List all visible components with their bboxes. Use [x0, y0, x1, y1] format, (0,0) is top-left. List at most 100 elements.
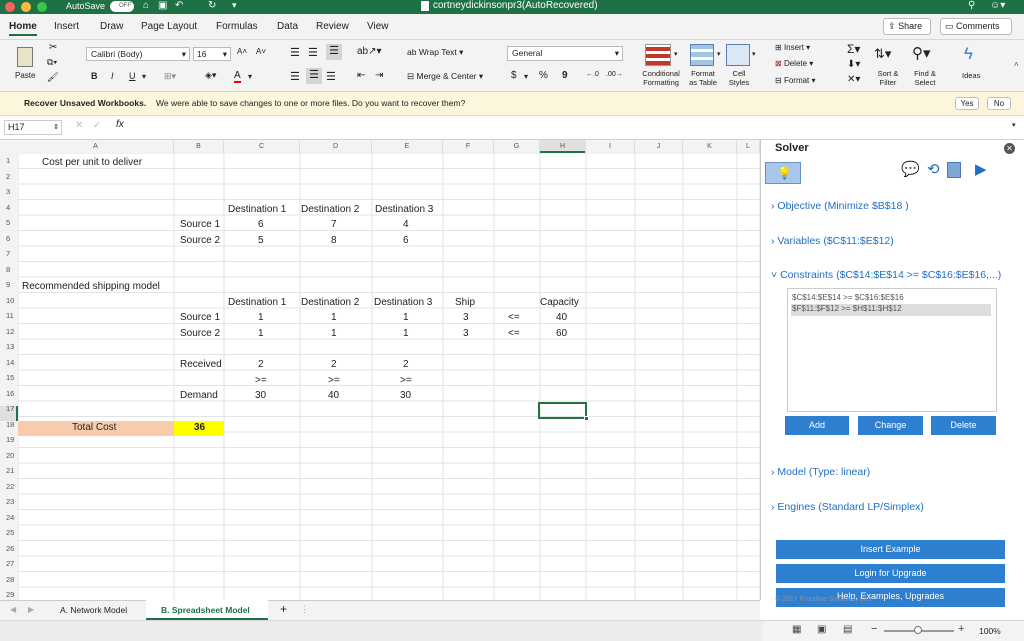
constraints-list[interactable]: $C$14:$E$14 >= $C$16:$E$16 $F$11:$F$12 >… [787, 288, 997, 412]
sheet-tab-spreadsheet-model[interactable]: B. Spreadsheet Model [161, 605, 250, 615]
format-painter-icon[interactable]: 🖌 [47, 72, 58, 83]
cell-E4[interactable]: Destination 3 [375, 202, 433, 217]
collapse-ribbon-icon[interactable]: ˄ [1014, 60, 1019, 69]
zoom-slider[interactable] [884, 626, 954, 634]
cell-D15[interactable]: >= [328, 373, 340, 388]
recover-no-button[interactable]: No [987, 97, 1011, 110]
scroll-left-icon[interactable]: ◀ [10, 605, 16, 614]
row-header-6[interactable]: 6 [0, 234, 18, 243]
chevron-down-icon[interactable]: ▾ [717, 50, 721, 58]
row-header-19[interactable]: 19 [0, 435, 18, 444]
insert-example-button[interactable]: Insert Example [776, 540, 1005, 559]
cell-B12[interactable]: Source 2 [180, 326, 220, 341]
underline-chevron-icon[interactable]: ▾ [142, 72, 146, 81]
wrap-text-button[interactable]: ab Wrap Text ▾ [407, 47, 463, 58]
row-header-13[interactable]: 13 [0, 342, 18, 351]
cell-styles-icon[interactable] [726, 44, 750, 66]
align-top-icon[interactable]: ☰ [290, 46, 300, 59]
cell-E16[interactable]: 30 [400, 388, 411, 403]
cell-D10[interactable]: Destination 2 [301, 295, 359, 310]
row-header-17[interactable]: 17 [0, 404, 18, 413]
borders-icon[interactable]: ⊞▾ [164, 71, 176, 82]
smiley-feedback-icon[interactable]: ☺▾ [990, 0, 1005, 11]
font-color-chevron-icon[interactable]: ▾ [248, 72, 252, 81]
increase-indent-icon[interactable]: ⇥ [375, 70, 383, 81]
row-header-11[interactable]: 11 [0, 311, 18, 320]
font-color-icon[interactable]: A [234, 70, 241, 83]
orientation-icon[interactable]: ab↗▾ [357, 46, 382, 57]
column-header-g[interactable]: G [494, 140, 540, 153]
cell-F10[interactable]: Ship [455, 295, 475, 310]
row-header-20[interactable]: 20 [0, 451, 18, 460]
objective-section[interactable]: › Objective (Minimize $B$18 ) [771, 200, 909, 212]
currency-button[interactable]: $ [511, 70, 517, 81]
format-as-table-icon[interactable] [690, 44, 714, 66]
cell-F12[interactable]: 3 [463, 326, 469, 341]
zoom-in-icon[interactable]: + [958, 623, 964, 635]
column-header-a[interactable]: A [18, 140, 174, 153]
number-format-select[interactable]: General ▾ [507, 46, 623, 61]
cell-D5[interactable]: 7 [331, 217, 337, 232]
cell-H12[interactable]: 60 [556, 326, 567, 341]
align-middle-icon[interactable]: ☰ [308, 46, 318, 59]
cell-C4[interactable]: Destination 1 [228, 202, 286, 217]
cell-D4[interactable]: Destination 2 [301, 202, 359, 217]
customize-toolbar-icon[interactable]: ▾ [232, 0, 237, 11]
row-header-7[interactable]: 7 [0, 249, 18, 258]
cell-C5[interactable]: 6 [258, 217, 264, 232]
cell-D11[interactable]: 1 [331, 310, 337, 325]
sheet-tab-network-model[interactable]: A. Network Model [60, 605, 127, 615]
row-header-21[interactable]: 21 [0, 466, 18, 475]
paste-button[interactable] [14, 43, 42, 69]
percent-button[interactable]: % [539, 70, 548, 81]
change-constraint-button[interactable]: Change [858, 416, 923, 435]
refresh-icon[interactable]: ⟲ [927, 160, 940, 178]
autosum-icon[interactable]: Σ▾ [847, 42, 860, 56]
zoom-slider-thumb[interactable] [914, 626, 922, 634]
merge-center-button[interactable]: ⊟ Merge & Center ▾ [407, 71, 483, 82]
cell-C14[interactable]: 2 [258, 357, 264, 372]
row-header-12[interactable]: 12 [0, 327, 18, 336]
cell-D6[interactable]: 8 [331, 233, 337, 248]
align-bottom-icon[interactable]: ☰ [326, 44, 342, 60]
row-header-24[interactable]: 24 [0, 513, 18, 522]
tab-insert[interactable]: Insert [54, 21, 79, 32]
row-header-5[interactable]: 5 [0, 218, 18, 227]
copy-icon[interactable]: ⧉▾ [47, 57, 57, 68]
engines-section[interactable]: › Engines (Standard LP/Simplex) [771, 501, 924, 513]
cell-B6[interactable]: Source 2 [180, 233, 220, 248]
normal-view-icon[interactable]: ▦ [792, 624, 801, 635]
row-header-8[interactable]: 8 [0, 265, 18, 274]
font-name-select[interactable]: Calibri (Body) ▾ [86, 47, 190, 61]
cell-E11[interactable]: 1 [403, 310, 409, 325]
tab-page-layout[interactable]: Page Layout [141, 21, 197, 32]
align-left-icon[interactable]: ☰ [290, 70, 300, 83]
cell-E10[interactable]: Destination 3 [374, 295, 432, 310]
column-header-h[interactable]: H [540, 140, 586, 153]
variables-section[interactable]: › Variables ($C$11:$E$12) [771, 235, 894, 247]
cell-A1[interactable]: Cost per unit to deliver [42, 155, 142, 170]
cell-C11[interactable]: 1 [258, 310, 264, 325]
comments-button[interactable]: ▭ Comments [940, 18, 1012, 35]
column-header-e[interactable]: E [372, 140, 443, 153]
tab-splitter-icon[interactable]: ⋮ [300, 604, 309, 615]
constraint-item[interactable]: $F$11:$F$12 >= $H$11:$H$12 [791, 304, 991, 316]
function-icon[interactable]: fx [116, 119, 124, 130]
format-cells-button[interactable]: ⊟ Format ▾ [775, 76, 816, 85]
find-select-icon[interactable]: ⚲▾ [912, 44, 931, 62]
autosave-toggle[interactable]: OFF [110, 1, 134, 12]
find-select-label[interactable]: Find & Select [907, 69, 943, 87]
cell-D14[interactable]: 2 [331, 357, 337, 372]
decrease-font-icon[interactable]: A˅ [256, 47, 266, 56]
fill-icon[interactable]: ⬇▾ [847, 59, 860, 70]
decrease-indent-icon[interactable]: ⇤ [357, 70, 365, 81]
row-header-29[interactable]: 29 [0, 590, 18, 599]
increase-font-icon[interactable]: A˄ [237, 47, 247, 56]
zoom-level[interactable]: 100% [979, 626, 1001, 636]
cell-B18[interactable]: 36 [194, 420, 205, 435]
cell-E12[interactable]: 1 [403, 326, 409, 341]
insert-cells-button[interactable]: ⊞ Insert ▾ [775, 43, 810, 52]
cell-C12[interactable]: 1 [258, 326, 264, 341]
sort-filter-icon[interactable]: ⇅▾ [874, 46, 891, 62]
page-layout-view-icon[interactable]: ▣ [817, 624, 826, 635]
